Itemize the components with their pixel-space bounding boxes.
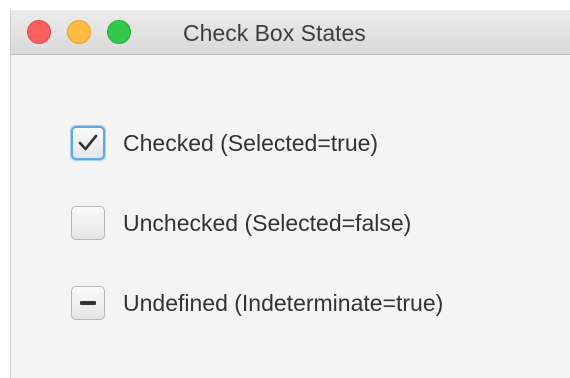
app-window: Check Box States Checked (Selected=true)… [10, 10, 570, 378]
minimize-window-button[interactable] [67, 20, 91, 44]
title-bar[interactable]: Check Box States [11, 10, 570, 55]
checkbox-unchecked-label: Unchecked (Selected=false) [123, 209, 412, 236]
checkbox-unchecked[interactable] [71, 206, 105, 240]
checkbox-indeterminate-row[interactable]: Undefined (Indeterminate=true) [71, 285, 443, 321]
checkbox-checked[interactable] [71, 126, 105, 160]
checkbox-indeterminate[interactable] [71, 286, 105, 320]
checkbox-checked-label: Checked (Selected=true) [123, 129, 379, 156]
checkbox-checked-row[interactable]: Checked (Selected=true) [71, 125, 378, 161]
maximize-window-button[interactable] [107, 20, 131, 44]
checkbox-unchecked-row[interactable]: Unchecked (Selected=false) [71, 205, 411, 241]
checkmark-icon [78, 134, 98, 151]
checkbox-indeterminate-label: Undefined (Indeterminate=true) [123, 289, 444, 316]
dash-icon [80, 301, 96, 305]
window-content: Checked (Selected=true) Unchecked (Selec… [11, 55, 570, 378]
close-window-button[interactable] [27, 20, 51, 44]
window-title: Check Box States [183, 20, 366, 46]
